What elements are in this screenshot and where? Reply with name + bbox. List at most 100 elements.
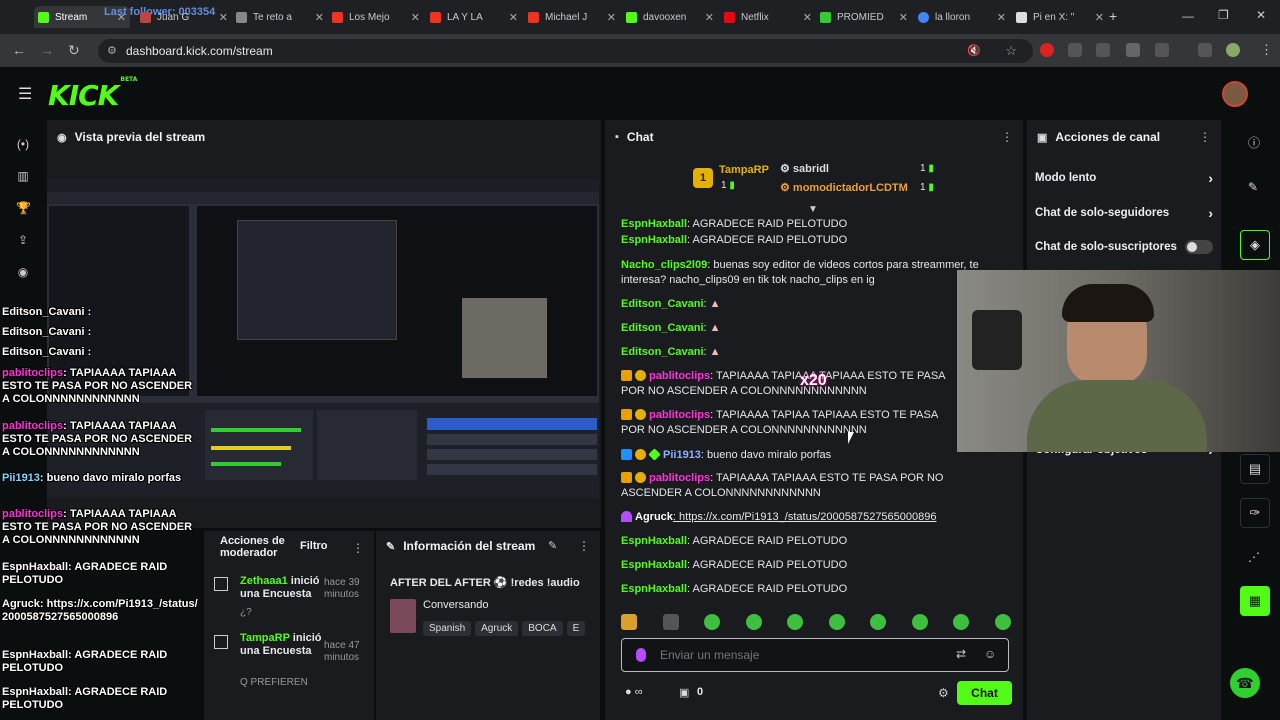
webcam-overlay xyxy=(957,270,1280,452)
url-field[interactable]: ⚙ dashboard.kick.com/stream 🔇 ☆ xyxy=(98,39,1033,63)
kick-logo[interactable]: KICK BETA xyxy=(48,76,137,112)
emote-icon[interactable] xyxy=(745,614,762,630)
kebab-menu-icon[interactable]: ⋮ xyxy=(578,539,590,553)
leaderboard-count: 1 ▮ xyxy=(920,182,934,193)
emote-icon[interactable] xyxy=(621,614,637,630)
overlay-chat-line: EspnHaxball: AGRADECE RAID PELOTUDO xyxy=(2,686,168,711)
infinity-points-icon[interactable]: ● ∞ xyxy=(625,686,643,698)
preview-header: ◉ Vista previa del stream xyxy=(47,120,601,154)
toggle-switch[interactable] xyxy=(1185,240,1213,254)
kebab-menu-icon[interactable]: ⋮ xyxy=(1199,130,1211,144)
emote-icon[interactable] xyxy=(994,614,1011,630)
obs-webcam-thumb xyxy=(462,298,547,378)
new-tab-icon[interactable]: + xyxy=(1109,8,1117,24)
tab-juan[interactable]: Juan G ✕ xyxy=(136,6,232,28)
collapse-icon[interactable]: ▼ xyxy=(808,204,818,215)
info-icon[interactable]: ⓘ xyxy=(1248,134,1260,151)
close-icon[interactable]: ✕ xyxy=(509,11,518,24)
back-icon[interactable]: ← xyxy=(12,42,26,58)
extension-icon[interactable] xyxy=(1068,43,1082,57)
close-window-icon[interactable]: ✕ xyxy=(1256,8,1266,22)
analytics-icon[interactable]: ▥ xyxy=(16,169,30,183)
shield-icon[interactable]: ◈ xyxy=(1240,230,1270,260)
emote-icon[interactable] xyxy=(870,614,887,630)
chat-title: Chat xyxy=(626,130,654,144)
restore-icon[interactable]: ❐ xyxy=(1218,8,1229,22)
forward-icon[interactable]: → xyxy=(40,42,54,58)
subs-only-row[interactable]: Chat de solo-suscriptores xyxy=(1035,240,1213,254)
leaderboard-count: 1 ▮ xyxy=(721,180,735,191)
pencil-icon[interactable]: ✎ xyxy=(1248,180,1258,194)
tab-label: Netflix xyxy=(741,11,769,23)
close-icon[interactable]: ✕ xyxy=(411,11,420,24)
close-icon[interactable]: ✕ xyxy=(899,11,908,24)
emoji-icon[interactable]: ☺ xyxy=(984,647,996,661)
mute-icon[interactable]: 🔇 xyxy=(967,39,981,63)
edit-icon[interactable]: ✎ xyxy=(548,539,557,552)
translate-icon[interactable]: ⇄ xyxy=(956,647,966,661)
kick-header: ☰ KICK BETA xyxy=(0,67,1280,119)
camera-icon[interactable]: ◉ xyxy=(16,265,30,279)
chat-message: EspnHaxball: AGRADECE RAID PELOTUDO xyxy=(621,583,848,595)
tab-label: la lloron xyxy=(935,11,971,23)
broadcast-icon[interactable]: (•) xyxy=(16,137,30,151)
reload-icon[interactable]: ↻ xyxy=(68,42,80,59)
tab-la-y-la[interactable]: LA Y LA ✕ xyxy=(426,6,522,28)
close-icon[interactable]: ✕ xyxy=(1095,11,1104,24)
profile-avatar-icon[interactable] xyxy=(1226,43,1240,57)
trophy-icon[interactable]: 🏆 xyxy=(16,201,31,215)
emote-icon[interactable] xyxy=(828,614,845,630)
layout-icon[interactable]: ▤ xyxy=(1240,454,1270,484)
menu-kebab-icon[interactable]: ⋮ xyxy=(1260,42,1273,58)
tab-la-llorona[interactable]: la lloron ✕ xyxy=(914,6,1010,28)
emote-icon[interactable] xyxy=(704,614,721,630)
close-icon[interactable]: ✕ xyxy=(607,11,616,24)
media-icon[interactable] xyxy=(1198,43,1212,57)
bookmark-star-icon[interactable]: ☆ xyxy=(1005,39,1017,63)
user-avatar[interactable] xyxy=(1222,81,1248,107)
gift-icon[interactable]: ▣ xyxy=(679,686,689,699)
hamburger-menu-icon[interactable]: ☰ xyxy=(18,84,32,104)
extension-icon[interactable] xyxy=(1096,43,1110,57)
tab-te-reto[interactable]: Te reto a ✕ xyxy=(232,6,328,28)
stream-title: AFTER DEL AFTER ⚽ !redes !audio xyxy=(390,577,580,589)
clapper-icon[interactable]: ▦ xyxy=(1240,586,1270,616)
emote-icon[interactable] xyxy=(787,614,804,630)
close-icon[interactable]: ✕ xyxy=(803,11,812,24)
tab-michael[interactable]: Michael J ✕ xyxy=(524,6,620,28)
chat-send-button[interactable]: Chat xyxy=(957,681,1012,705)
share-icon[interactable]: ⋰ xyxy=(1248,550,1260,564)
tab-pi-en-x[interactable]: Pi en X: " ✕ xyxy=(1012,6,1108,28)
close-icon[interactable]: ✕ xyxy=(219,11,228,24)
emote-icon[interactable] xyxy=(953,614,970,630)
chat-message-input[interactable] xyxy=(660,645,930,665)
mod-action-item: Zethaaa1 inició una Encuesta xyxy=(240,575,320,600)
youtube-icon xyxy=(430,11,441,23)
tab-promied[interactable]: PROMIED ✕ xyxy=(816,6,912,28)
site-info-icon[interactable]: ⚙ xyxy=(107,39,117,63)
close-icon[interactable]: ✕ xyxy=(705,11,714,24)
tab-los-mejo[interactable]: Los Mejo ✕ xyxy=(328,6,424,28)
tab-davooxen[interactable]: davooxen ✕ xyxy=(622,6,718,28)
tab-netflix[interactable]: Netflix ✕ xyxy=(720,6,816,28)
kebab-menu-icon[interactable]: ⋮ xyxy=(1001,130,1013,144)
upload-icon[interactable]: ⇪ xyxy=(16,233,30,247)
crown-badge-icon xyxy=(621,370,632,381)
kebab-menu-icon[interactable]: ⋮ xyxy=(352,541,364,555)
emote-icon[interactable] xyxy=(911,614,928,630)
emote-icon[interactable] xyxy=(662,614,679,630)
extension-icon[interactable] xyxy=(1126,43,1140,57)
chat-input-box[interactable]: ⇄ ☺ xyxy=(621,638,1009,672)
close-icon[interactable]: ✕ xyxy=(315,11,324,24)
settings-gear-icon[interactable]: ⚙ xyxy=(938,686,949,700)
wrench-icon[interactable]: ✑ xyxy=(1240,498,1270,528)
puzzle-icon[interactable] xyxy=(1155,43,1169,57)
support-headset-icon[interactable]: ☎ xyxy=(1230,668,1260,698)
chat-link[interactable]: : https://x.com/Pi1913_/status/200058752… xyxy=(673,511,937,523)
followers-only-row[interactable]: Chat de solo-seguidores › xyxy=(1035,205,1213,221)
filter-button[interactable]: Filtro xyxy=(300,540,328,552)
minimize-icon[interactable]: — xyxy=(1182,9,1194,23)
slow-mode-row[interactable]: Modo lento › xyxy=(1035,170,1213,186)
close-icon[interactable]: ✕ xyxy=(997,11,1006,24)
adblock-icon[interactable] xyxy=(1040,43,1054,57)
